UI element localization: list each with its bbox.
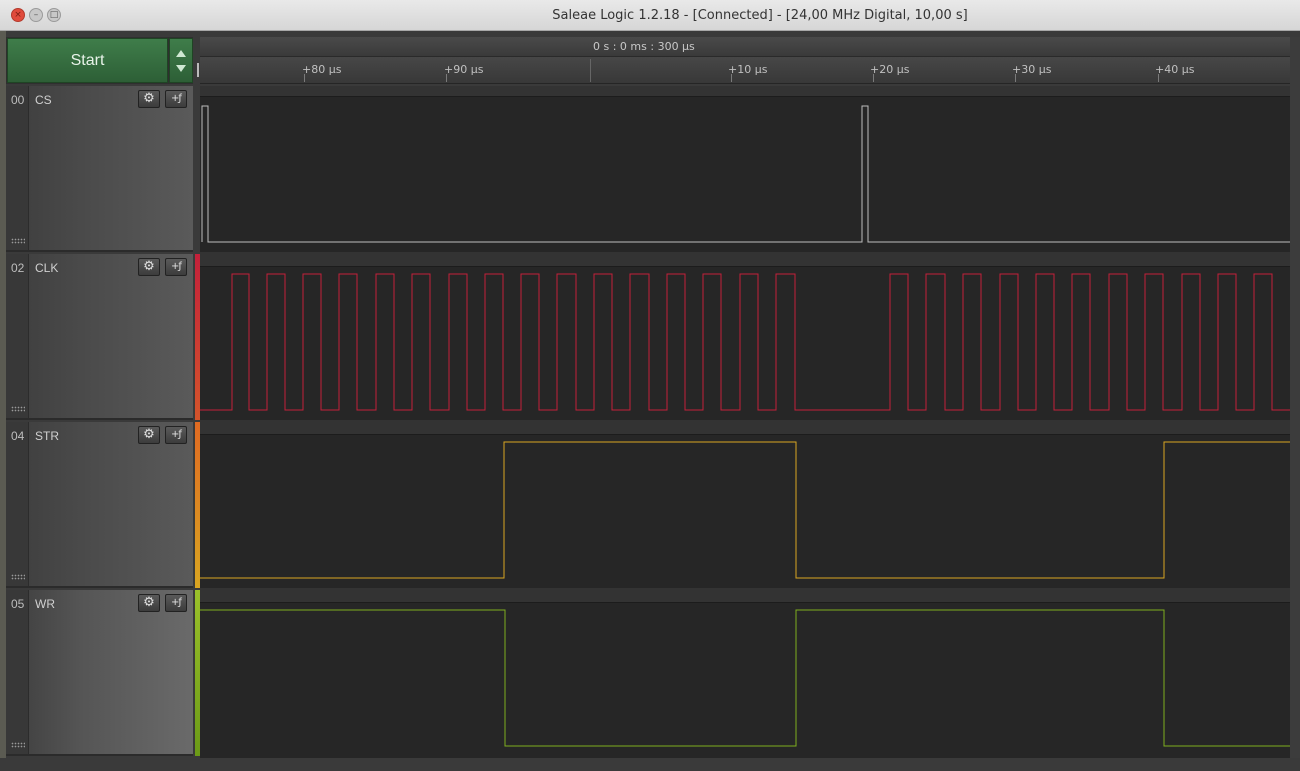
tick-label: +10 µs bbox=[728, 63, 768, 76]
triangle-up-icon[interactable] bbox=[176, 50, 186, 57]
drag-handle-icon[interactable] bbox=[11, 742, 25, 748]
channel-name[interactable]: CS bbox=[35, 93, 52, 107]
tick-label: +80 µs bbox=[302, 63, 342, 76]
channel-index-column bbox=[6, 590, 29, 754]
trigger-icon: +ƒ bbox=[171, 261, 182, 272]
channel-settings-button[interactable]: ⚙ bbox=[138, 594, 160, 612]
waveform-canvas bbox=[200, 86, 1290, 747]
status-bar bbox=[0, 758, 1300, 771]
waveform-cs bbox=[201, 105, 1290, 243]
channel-name[interactable]: CLK bbox=[35, 261, 58, 275]
channel-header-strip bbox=[200, 252, 1290, 266]
drag-handle-icon[interactable] bbox=[11, 406, 25, 412]
channel-row-wr: 05 WR ⚙ +ƒ bbox=[6, 590, 193, 756]
start-options-stepper[interactable] bbox=[169, 38, 193, 83]
waveform-clk bbox=[200, 273, 1290, 411]
gear-icon: ⚙ bbox=[143, 259, 155, 274]
channel-settings-button[interactable]: ⚙ bbox=[138, 258, 160, 276]
channel-settings-button[interactable]: ⚙ bbox=[138, 90, 160, 108]
channel-trigger-button[interactable]: +ƒ bbox=[165, 90, 187, 108]
triangle-down-icon[interactable] bbox=[176, 65, 186, 72]
channel-trigger-button[interactable]: +ƒ bbox=[165, 426, 187, 444]
channel-trigger-button[interactable]: +ƒ bbox=[165, 258, 187, 276]
channel-settings-button[interactable]: ⚙ bbox=[138, 426, 160, 444]
title-bar: × – □ Saleae Logic 1.2.18 - [Connected] … bbox=[0, 0, 1300, 31]
drag-handle-icon[interactable] bbox=[11, 574, 25, 580]
start-control: Start bbox=[6, 37, 193, 84]
channel-list: 00 CS ⚙ +ƒ 02 CLK ⚙ +ƒ 04 STR ⚙ +ƒ 05 WR… bbox=[6, 86, 193, 758]
channel-index-column bbox=[6, 86, 29, 250]
trigger-icon: +ƒ bbox=[171, 597, 182, 608]
drag-handle-icon[interactable] bbox=[11, 238, 25, 244]
tick-label: +20 µs bbox=[870, 63, 910, 76]
window-title: Saleae Logic 1.2.18 - [Connected] - [24,… bbox=[552, 8, 968, 23]
ruler-left-marker bbox=[197, 63, 199, 77]
channel-number: 02 bbox=[11, 261, 25, 275]
start-button[interactable]: Start bbox=[7, 38, 168, 83]
vertical-scrollbar[interactable] bbox=[1290, 37, 1300, 758]
gear-icon: ⚙ bbox=[143, 91, 155, 106]
reference-time-label: 0 s : 0 ms : 300 µs bbox=[593, 40, 695, 53]
gear-icon: ⚙ bbox=[143, 427, 155, 442]
channel-row-cs: 00 CS ⚙ +ƒ bbox=[6, 86, 193, 252]
time-ruler[interactable]: +80 µs +90 µs +10 µs +20 µs +30 µs +40 µ… bbox=[197, 57, 1294, 84]
channel-name[interactable]: STR bbox=[35, 429, 59, 443]
reference-time-bar[interactable]: 0 s : 0 ms : 300 µs bbox=[200, 37, 1290, 57]
gear-icon: ⚙ bbox=[143, 595, 155, 610]
waveform-str bbox=[200, 441, 1290, 579]
channel-number: 04 bbox=[11, 429, 25, 443]
channel-row-clk: 02 CLK ⚙ +ƒ bbox=[6, 254, 193, 420]
trigger-icon: +ƒ bbox=[171, 93, 182, 104]
trigger-icon: +ƒ bbox=[171, 429, 182, 440]
channel-number: 05 bbox=[11, 597, 25, 611]
waveform-area[interactable] bbox=[200, 86, 1290, 758]
channel-number: 00 bbox=[11, 93, 25, 107]
channel-index-column bbox=[6, 422, 29, 586]
tick-label: +40 µs bbox=[1155, 63, 1195, 76]
channel-header-strip bbox=[200, 588, 1290, 602]
channel-row-str: 04 STR ⚙ +ƒ bbox=[6, 422, 193, 588]
channel-trigger-button[interactable]: +ƒ bbox=[165, 594, 187, 612]
channel-header-strip bbox=[200, 420, 1290, 434]
channel-header-strip bbox=[200, 86, 1290, 96]
waveform-wr bbox=[200, 609, 1290, 747]
channel-index-column bbox=[6, 254, 29, 418]
channel-name[interactable]: WR bbox=[35, 597, 55, 611]
tick-label: +30 µs bbox=[1012, 63, 1052, 76]
reference-tick-line bbox=[590, 59, 591, 82]
tick-label: +90 µs bbox=[444, 63, 484, 76]
